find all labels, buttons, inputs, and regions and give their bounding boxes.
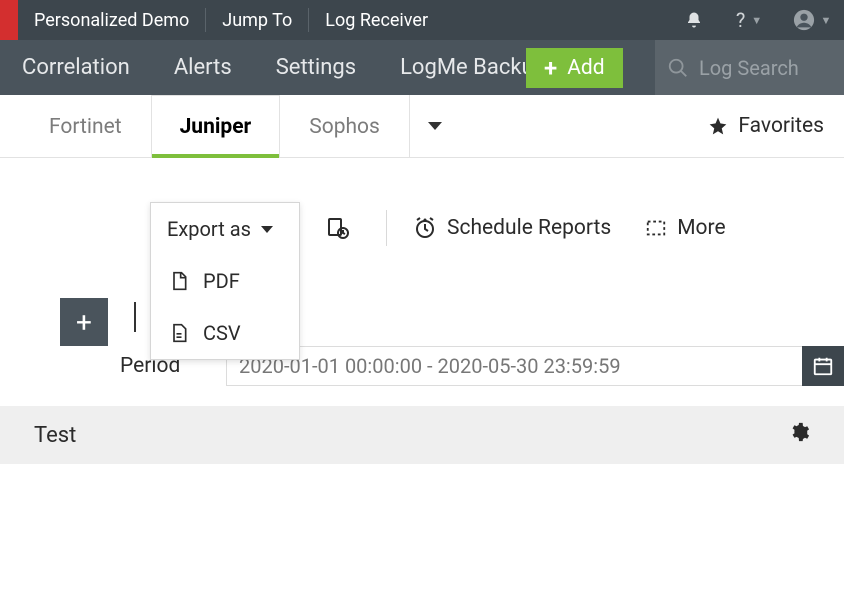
calendar-button[interactable]: [802, 346, 844, 386]
search-icon: [667, 57, 689, 79]
csv-file-icon: [169, 323, 189, 343]
help-label: ?: [736, 8, 745, 32]
report-history-icon: [326, 216, 350, 240]
add-button[interactable]: + Add: [526, 48, 623, 88]
star-icon: [708, 116, 728, 136]
schedule-label: Schedule Reports: [447, 216, 611, 240]
user-menu[interactable]: ▼: [780, 9, 844, 31]
period-input-wrap: [226, 346, 810, 386]
history-button[interactable]: [326, 212, 360, 244]
add-label: Add: [567, 56, 604, 80]
gear-icon: [788, 421, 810, 443]
calendar-icon: [812, 355, 834, 377]
pdf-file-icon: [169, 271, 189, 291]
navbar: Correlation Alerts Settings LogMe Backup…: [0, 40, 844, 95]
cursor-stub: [134, 302, 136, 332]
chevron-down-icon: [428, 122, 442, 130]
export-csv-label: CSV: [203, 321, 241, 345]
tabs-overflow[interactable]: [409, 95, 461, 157]
jump-to-link[interactable]: Jump To: [206, 0, 308, 40]
notifications-icon[interactable]: [670, 11, 718, 29]
search-wrap[interactable]: [655, 40, 844, 95]
plus-icon: +: [76, 306, 92, 339]
period-area: + Period: [0, 298, 844, 376]
schedule-reports-button[interactable]: Schedule Reports: [413, 212, 611, 244]
panel-settings-button[interactable]: [788, 421, 810, 449]
tabbar: Fortinet Juniper Sophos Favorites: [0, 95, 844, 158]
favorites-label: Favorites: [738, 114, 824, 138]
search-input[interactable]: [699, 56, 819, 80]
panel-title: Test: [34, 423, 76, 448]
period-input[interactable]: [227, 354, 809, 378]
plus-icon: +: [544, 54, 557, 82]
tab-juniper[interactable]: Juniper: [151, 95, 281, 157]
tab-fortinet[interactable]: Fortinet: [20, 95, 151, 157]
nav-settings[interactable]: Settings: [254, 40, 378, 95]
chevron-down-icon: ▼: [751, 14, 762, 27]
personalized-demo-link[interactable]: Personalized Demo: [18, 0, 205, 40]
chevron-down-icon: [261, 226, 273, 233]
export-csv-option[interactable]: CSV: [151, 307, 299, 359]
export-as-button[interactable]: Export as: [151, 203, 299, 255]
more-icon: [645, 217, 667, 239]
export-dropdown: Export as PDF CSV: [150, 202, 300, 360]
add-filter-button[interactable]: +: [60, 298, 108, 346]
separator: [386, 210, 387, 246]
tab-sophos[interactable]: Sophos: [280, 95, 409, 157]
nav-correlation[interactable]: Correlation: [0, 40, 152, 95]
panel-header: Test: [0, 406, 844, 464]
chevron-down-icon: ▼: [821, 14, 832, 27]
export-pdf-option[interactable]: PDF: [151, 255, 299, 307]
toolbar-area: Schedule Reports More Export as PDF CSV: [0, 158, 844, 298]
export-pdf-label: PDF: [203, 269, 240, 293]
help-menu[interactable]: ? ▼: [719, 8, 779, 32]
brand-accent: [0, 0, 18, 40]
export-label: Export as: [167, 217, 251, 241]
more-label: More: [677, 216, 725, 240]
topbar: Personalized Demo Jump To Log Receiver ?…: [0, 0, 844, 40]
more-button[interactable]: More: [645, 212, 725, 244]
log-receiver-link[interactable]: Log Receiver: [309, 0, 444, 40]
nav-alerts[interactable]: Alerts: [152, 40, 254, 95]
favorites-button[interactable]: Favorites: [688, 95, 844, 157]
alarm-clock-icon: [413, 216, 437, 240]
